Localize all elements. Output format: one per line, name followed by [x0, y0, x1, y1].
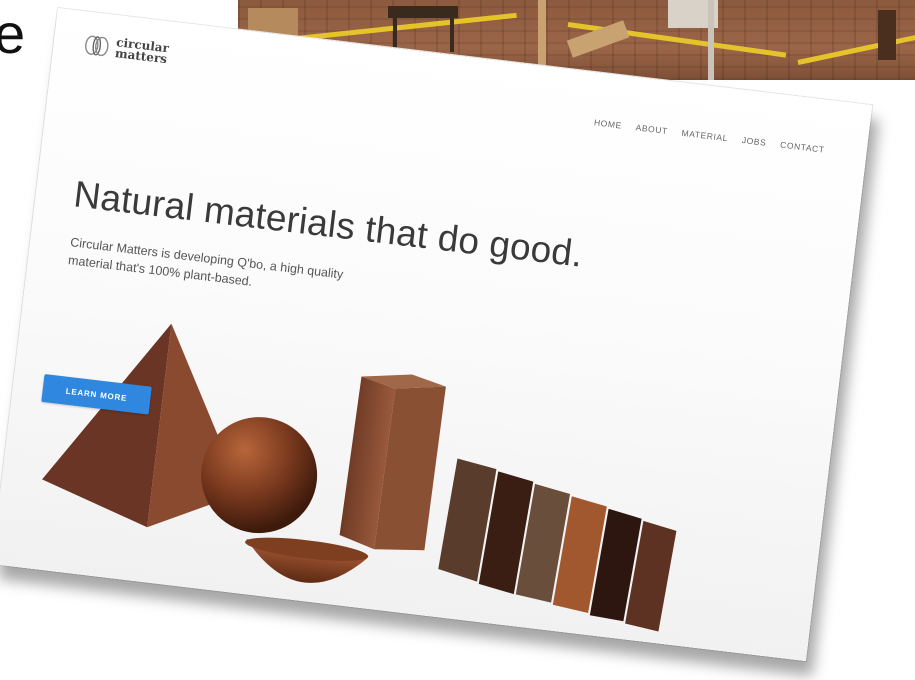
sample-tile-2	[478, 471, 534, 595]
slide-title-fragment: e	[0, 2, 26, 65]
bowl-shape	[246, 539, 367, 583]
sample-tile-4	[552, 496, 607, 614]
product-showcase-image	[42, 323, 677, 632]
website-screenshot: circular matters HOME ABOUT MATERIAL JOB…	[0, 8, 873, 662]
learn-more-button[interactable]: LEARN MORE	[41, 373, 152, 415]
site-logo[interactable]: circular matters	[83, 33, 170, 67]
nav-jobs[interactable]: JOBS	[741, 135, 767, 148]
circular-matters-logo-icon	[85, 35, 109, 57]
main-nav: HOME ABOUT MATERIAL JOBS CONTACT	[594, 117, 826, 154]
pyramid-shape	[42, 323, 172, 528]
sample-tile-3	[515, 483, 571, 603]
tall-block-front	[339, 376, 396, 550]
sample-tile-1	[438, 458, 497, 582]
sample-tile-6	[625, 520, 677, 632]
nav-contact[interactable]: CONTACT	[780, 140, 826, 155]
bowl-rim	[245, 537, 369, 561]
tall-block-top	[361, 374, 446, 389]
sample-tile-5	[589, 508, 642, 622]
nav-home[interactable]: HOME	[594, 117, 623, 130]
sphere-shape	[201, 417, 318, 534]
logo-text: circular matters	[114, 35, 169, 67]
pyramid-shape-right-face	[147, 323, 242, 528]
nav-about[interactable]: ABOUT	[635, 122, 668, 136]
tall-block-side	[374, 386, 446, 551]
nav-material[interactable]: MATERIAL	[681, 128, 729, 143]
logo-text-line2: matters	[114, 46, 168, 67]
